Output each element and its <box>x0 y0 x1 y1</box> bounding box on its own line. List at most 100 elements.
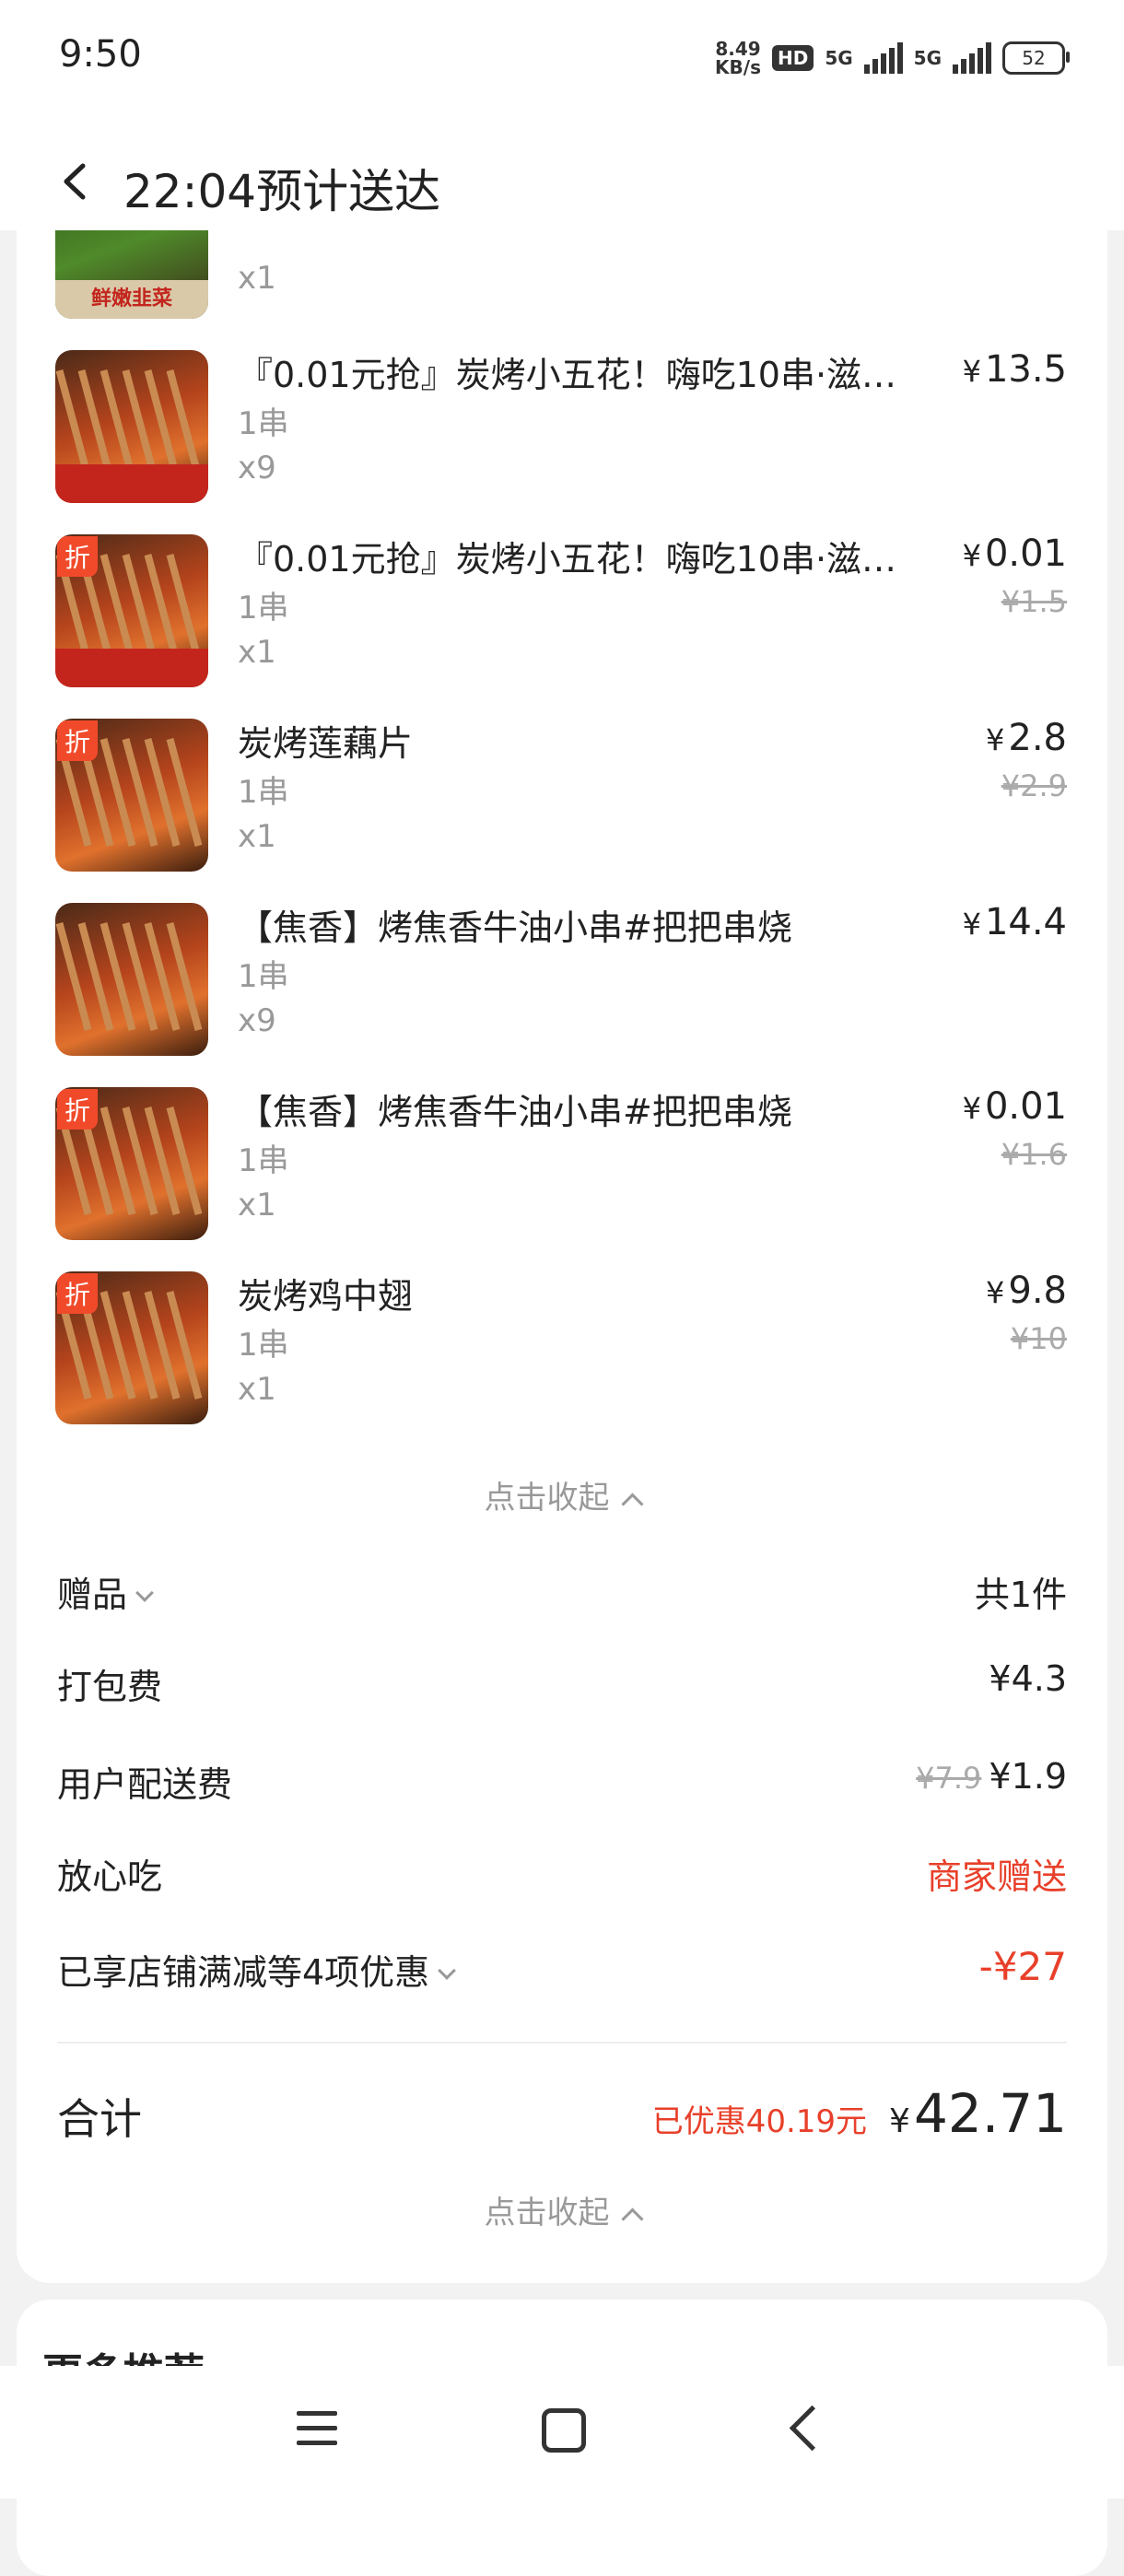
sig2-label: 5G <box>913 47 942 69</box>
item-qty: x1 <box>238 260 276 297</box>
item-thumbnail: 折 <box>55 1271 208 1424</box>
chevron-up-icon <box>620 2207 644 2231</box>
thumb-label-bar: 鲜嫩韭菜 <box>55 280 208 319</box>
item-price-value: 0.01 <box>984 533 1067 575</box>
back-arrow-icon[interactable] <box>53 158 100 205</box>
order-detail-card: 鲜嫩韭菜 x1 ¥3 『0.01元抢』炭烤小五花！嗨吃10串·滋… 1串 x9 ¥13… <box>17 230 1107 2283</box>
item-thumbnail: 鲜嫩韭菜 <box>55 230 208 319</box>
item-thumbnail: 折 <box>55 719 208 872</box>
signal-icon <box>863 42 903 74</box>
total-label: 合计 <box>57 2094 142 2144</box>
currency-symbol: ¥ <box>962 538 981 573</box>
item-qty: x9 <box>238 450 276 486</box>
currency-symbol: ¥ <box>986 722 1005 757</box>
gift-label-wrap: 赠品 <box>57 1566 154 1617</box>
hd-icon: HD <box>771 45 814 71</box>
item-thumbnail <box>55 903 208 1056</box>
item-price: ¥2.8 <box>986 717 1067 759</box>
item-price: ¥0.01 <box>963 1085 1067 1128</box>
item-qty: x1 <box>238 634 276 671</box>
item-spec: 1串 <box>238 774 289 811</box>
item-qty: x1 <box>238 1187 276 1224</box>
item-spec: 1串 <box>238 405 289 442</box>
order-item[interactable]: 折 炭烤鸡中翅 1串 x1 ¥9.8 ¥10 <box>17 1270 1107 1456</box>
discount-badge: 折 <box>57 1089 98 1130</box>
chevron-up-icon <box>620 1493 644 1516</box>
collapse-summary-button[interactable]: 点击收起 <box>17 2187 1107 2232</box>
item-name: 【焦香】烤焦香牛油小串#把把串烧 <box>238 907 792 948</box>
gift-row[interactable]: 赠品 共1件 <box>57 1566 1067 1631</box>
total-row: 合计 已优惠40.19元 ¥ 42.71 <box>57 2082 1067 2156</box>
thumb-banner <box>55 464 208 503</box>
order-item-partial[interactable]: 鲜嫩韭菜 x1 ¥3 <box>17 230 1107 350</box>
item-price: ¥9.8 <box>986 1270 1067 1312</box>
item-thumbnail <box>55 350 208 503</box>
currency-symbol: ¥ <box>962 354 981 389</box>
total-value-wrap: 已优惠40.19元 ¥ 42.71 <box>652 2082 1067 2145</box>
order-item[interactable]: 折 【焦香】烤焦香牛油小串#把把串烧 1串 x1 ¥0.01 ¥1.6 <box>17 1085 1107 1271</box>
delivery-fee-original: ¥7.9 <box>916 1761 982 1796</box>
gift-label: 赠品 <box>57 1575 128 1615</box>
chevron-down-icon <box>135 1584 154 1602</box>
item-price-value: 13.5 <box>984 348 1067 391</box>
home-icon[interactable] <box>542 2408 586 2453</box>
item-name: 『0.01元抢』炭烤小五花！嗨吃10串·滋… <box>238 355 897 395</box>
discount-badge: 折 <box>57 1273 98 1314</box>
menu-icon[interactable] <box>297 2411 337 2448</box>
page-title: 22:04预计送达 <box>123 165 441 218</box>
item-thumbnail: 折 <box>55 534 208 687</box>
sig1-label: 5G <box>825 47 853 69</box>
signal-icon-2 <box>953 42 991 74</box>
item-original-price: ¥10 <box>1010 1321 1067 1356</box>
divider <box>57 2042 1067 2043</box>
item-original-price: ¥2.9 <box>1001 768 1067 803</box>
item-name: 【焦香】烤焦香牛油小串#把把串烧 <box>238 1092 792 1132</box>
item-price-value: 14.4 <box>984 901 1067 943</box>
order-item[interactable]: 【焦香】烤焦香牛油小串#把把串烧 1串 x9 ¥14.4 <box>17 901 1107 1087</box>
delivery-fee-label: 用户配送费 <box>57 1764 233 1805</box>
item-name: 炭烤莲藕片 <box>238 723 414 764</box>
total-currency: ¥ <box>889 2102 910 2140</box>
order-item[interactable]: 『0.01元抢』炭烤小五花！嗨吃10串·滋… 1串 x9 ¥13.5 <box>17 348 1107 534</box>
promo-label: 已享店铺满减等4项优惠 <box>57 1952 430 1993</box>
discount-badge: 折 <box>57 536 98 577</box>
assurance-value: 商家赠送 <box>926 1856 1067 1897</box>
item-original-price: ¥1.5 <box>1001 584 1067 619</box>
collapse-items-button[interactable]: 点击收起 <box>17 1472 1107 1517</box>
item-price: ¥14.4 <box>963 901 1067 943</box>
item-original-price: ¥1.6 <box>1001 1137 1067 1172</box>
item-name: 『0.01元抢』炭烤小五花！嗨吃10串·滋… <box>238 539 897 580</box>
thumb-label: 鲜嫩韭菜 <box>90 287 172 310</box>
status-icons: 8.49 KB/s HD 5G 5G 52 <box>715 35 1070 81</box>
item-spec: 1串 <box>238 590 289 626</box>
item-qty: x1 <box>238 1371 276 1408</box>
promo-label-wrap: 已享店铺满减等4项优惠 <box>57 1944 457 1995</box>
chevron-down-icon <box>438 1961 457 1980</box>
item-price: ¥0.01 <box>963 533 1067 575</box>
currency-symbol: ¥ <box>962 907 981 942</box>
item-thumbnail: 折 <box>55 1087 208 1240</box>
promo-value: -¥27 <box>978 1944 1067 1989</box>
packing-fee-row: 打包费 ¥4.3 <box>57 1658 1067 1723</box>
promo-row[interactable]: 已享店铺满减等4项优惠 -¥27 <box>57 1944 1067 2008</box>
item-qty: x9 <box>238 1002 276 1039</box>
delivery-fee-row: 用户配送费 ¥7.9 ¥1.9 <box>57 1756 1067 1821</box>
assurance-row: 放心吃 商家赠送 <box>57 1848 1067 1913</box>
network-speed: 8.49 KB/s <box>715 40 761 76</box>
discount-badge: 折 <box>57 720 98 761</box>
order-item[interactable]: 折 『0.01元抢』炭烤小五花！嗨吃10串·滋… 1串 x1 ¥0.01 ¥1.5 <box>17 533 1107 719</box>
thumb-banner <box>55 649 208 687</box>
item-price-value: 0.01 <box>984 1085 1067 1128</box>
network-speed-value: 8.49 <box>715 38 761 60</box>
currency-symbol: ¥ <box>962 1091 981 1126</box>
order-item[interactable]: 折 炭烤莲藕片 1串 x1 ¥2.8 ¥2.9 <box>17 717 1107 903</box>
gift-value: 共1件 <box>974 1575 1067 1615</box>
item-qty: x1 <box>238 818 276 855</box>
total-saved: 已优惠40.19元 <box>651 2103 868 2140</box>
collapse-label: 点击收起 <box>484 1480 610 1516</box>
collapse-label: 点击收起 <box>484 2195 610 2231</box>
item-spec: 1串 <box>238 1142 289 1179</box>
status-bar: 9:50 8.49 KB/s HD 5G 5G 52 <box>0 0 1124 115</box>
total-amount: 42.71 <box>913 2082 1067 2145</box>
packing-fee-label: 打包费 <box>57 1667 163 1707</box>
